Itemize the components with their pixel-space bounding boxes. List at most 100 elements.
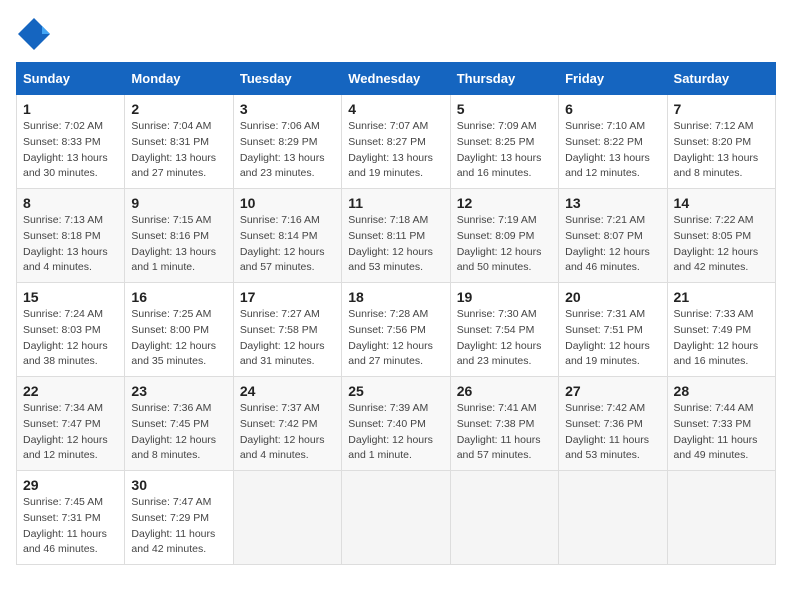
col-wednesday: Wednesday bbox=[342, 63, 450, 95]
day-detail: Sunrise: 7:10 AMSunset: 8:22 PMDaylight:… bbox=[565, 120, 650, 179]
day-number: 10 bbox=[240, 195, 335, 211]
day-detail: Sunrise: 7:22 AMSunset: 8:05 PMDaylight:… bbox=[674, 214, 759, 273]
day-number: 7 bbox=[674, 101, 769, 117]
day-number: 12 bbox=[457, 195, 552, 211]
day-detail: Sunrise: 7:41 AMSunset: 7:38 PMDaylight:… bbox=[457, 402, 541, 461]
calendar-cell: 14 Sunrise: 7:22 AMSunset: 8:05 PMDaylig… bbox=[667, 189, 775, 283]
week-row-4: 22 Sunrise: 7:34 AMSunset: 7:47 PMDaylig… bbox=[17, 377, 776, 471]
day-detail: Sunrise: 7:18 AMSunset: 8:11 PMDaylight:… bbox=[348, 214, 433, 273]
day-detail: Sunrise: 7:13 AMSunset: 8:18 PMDaylight:… bbox=[23, 214, 108, 273]
day-detail: Sunrise: 7:34 AMSunset: 7:47 PMDaylight:… bbox=[23, 402, 108, 461]
day-number: 21 bbox=[674, 289, 769, 305]
day-detail: Sunrise: 7:42 AMSunset: 7:36 PMDaylight:… bbox=[565, 402, 649, 461]
day-number: 3 bbox=[240, 101, 335, 117]
calendar-cell: 27 Sunrise: 7:42 AMSunset: 7:36 PMDaylig… bbox=[559, 377, 667, 471]
day-number: 16 bbox=[131, 289, 226, 305]
calendar-cell: 9 Sunrise: 7:15 AMSunset: 8:16 PMDayligh… bbox=[125, 189, 233, 283]
day-detail: Sunrise: 7:31 AMSunset: 7:51 PMDaylight:… bbox=[565, 308, 650, 367]
day-number: 2 bbox=[131, 101, 226, 117]
calendar-body: 1 Sunrise: 7:02 AMSunset: 8:33 PMDayligh… bbox=[17, 95, 776, 565]
day-number: 8 bbox=[23, 195, 118, 211]
calendar-cell: 15 Sunrise: 7:24 AMSunset: 8:03 PMDaylig… bbox=[17, 283, 125, 377]
day-number: 4 bbox=[348, 101, 443, 117]
day-number: 5 bbox=[457, 101, 552, 117]
calendar-cell: 19 Sunrise: 7:30 AMSunset: 7:54 PMDaylig… bbox=[450, 283, 558, 377]
col-monday: Monday bbox=[125, 63, 233, 95]
week-row-2: 8 Sunrise: 7:13 AMSunset: 8:18 PMDayligh… bbox=[17, 189, 776, 283]
day-detail: Sunrise: 7:30 AMSunset: 7:54 PMDaylight:… bbox=[457, 308, 542, 367]
day-number: 27 bbox=[565, 383, 660, 399]
day-number: 23 bbox=[131, 383, 226, 399]
header-row: Sunday Monday Tuesday Wednesday Thursday… bbox=[17, 63, 776, 95]
day-number: 18 bbox=[348, 289, 443, 305]
calendar-cell bbox=[667, 471, 775, 565]
calendar-cell bbox=[342, 471, 450, 565]
logo bbox=[16, 16, 56, 52]
week-row-1: 1 Sunrise: 7:02 AMSunset: 8:33 PMDayligh… bbox=[17, 95, 776, 189]
calendar-cell: 13 Sunrise: 7:21 AMSunset: 8:07 PMDaylig… bbox=[559, 189, 667, 283]
calendar-cell: 2 Sunrise: 7:04 AMSunset: 8:31 PMDayligh… bbox=[125, 95, 233, 189]
calendar-cell: 16 Sunrise: 7:25 AMSunset: 8:00 PMDaylig… bbox=[125, 283, 233, 377]
col-friday: Friday bbox=[559, 63, 667, 95]
calendar-cell: 30 Sunrise: 7:47 AMSunset: 7:29 PMDaylig… bbox=[125, 471, 233, 565]
calendar-cell: 23 Sunrise: 7:36 AMSunset: 7:45 PMDaylig… bbox=[125, 377, 233, 471]
day-detail: Sunrise: 7:33 AMSunset: 7:49 PMDaylight:… bbox=[674, 308, 759, 367]
day-detail: Sunrise: 7:21 AMSunset: 8:07 PMDaylight:… bbox=[565, 214, 650, 273]
day-detail: Sunrise: 7:37 AMSunset: 7:42 PMDaylight:… bbox=[240, 402, 325, 461]
day-number: 24 bbox=[240, 383, 335, 399]
logo-icon bbox=[16, 16, 52, 52]
day-number: 22 bbox=[23, 383, 118, 399]
day-detail: Sunrise: 7:02 AMSunset: 8:33 PMDaylight:… bbox=[23, 120, 108, 179]
week-row-5: 29 Sunrise: 7:45 AMSunset: 7:31 PMDaylig… bbox=[17, 471, 776, 565]
day-number: 15 bbox=[23, 289, 118, 305]
calendar-cell: 17 Sunrise: 7:27 AMSunset: 7:58 PMDaylig… bbox=[233, 283, 341, 377]
calendar-cell: 21 Sunrise: 7:33 AMSunset: 7:49 PMDaylig… bbox=[667, 283, 775, 377]
calendar-cell: 7 Sunrise: 7:12 AMSunset: 8:20 PMDayligh… bbox=[667, 95, 775, 189]
calendar-cell: 28 Sunrise: 7:44 AMSunset: 7:33 PMDaylig… bbox=[667, 377, 775, 471]
header bbox=[16, 16, 776, 52]
calendar-cell: 24 Sunrise: 7:37 AMSunset: 7:42 PMDaylig… bbox=[233, 377, 341, 471]
day-number: 17 bbox=[240, 289, 335, 305]
day-number: 1 bbox=[23, 101, 118, 117]
day-detail: Sunrise: 7:28 AMSunset: 7:56 PMDaylight:… bbox=[348, 308, 433, 367]
day-detail: Sunrise: 7:45 AMSunset: 7:31 PMDaylight:… bbox=[23, 496, 107, 555]
day-number: 30 bbox=[131, 477, 226, 493]
calendar-cell bbox=[233, 471, 341, 565]
calendar-cell: 20 Sunrise: 7:31 AMSunset: 7:51 PMDaylig… bbox=[559, 283, 667, 377]
col-thursday: Thursday bbox=[450, 63, 558, 95]
col-tuesday: Tuesday bbox=[233, 63, 341, 95]
day-detail: Sunrise: 7:27 AMSunset: 7:58 PMDaylight:… bbox=[240, 308, 325, 367]
day-number: 28 bbox=[674, 383, 769, 399]
day-detail: Sunrise: 7:47 AMSunset: 7:29 PMDaylight:… bbox=[131, 496, 215, 555]
calendar-cell: 12 Sunrise: 7:19 AMSunset: 8:09 PMDaylig… bbox=[450, 189, 558, 283]
calendar-cell: 18 Sunrise: 7:28 AMSunset: 7:56 PMDaylig… bbox=[342, 283, 450, 377]
calendar-cell: 10 Sunrise: 7:16 AMSunset: 8:14 PMDaylig… bbox=[233, 189, 341, 283]
day-detail: Sunrise: 7:07 AMSunset: 8:27 PMDaylight:… bbox=[348, 120, 433, 179]
day-number: 26 bbox=[457, 383, 552, 399]
calendar-cell: 22 Sunrise: 7:34 AMSunset: 7:47 PMDaylig… bbox=[17, 377, 125, 471]
day-detail: Sunrise: 7:12 AMSunset: 8:20 PMDaylight:… bbox=[674, 120, 759, 179]
calendar-cell: 1 Sunrise: 7:02 AMSunset: 8:33 PMDayligh… bbox=[17, 95, 125, 189]
day-detail: Sunrise: 7:44 AMSunset: 7:33 PMDaylight:… bbox=[674, 402, 758, 461]
calendar-cell: 29 Sunrise: 7:45 AMSunset: 7:31 PMDaylig… bbox=[17, 471, 125, 565]
day-detail: Sunrise: 7:36 AMSunset: 7:45 PMDaylight:… bbox=[131, 402, 216, 461]
day-detail: Sunrise: 7:09 AMSunset: 8:25 PMDaylight:… bbox=[457, 120, 542, 179]
calendar-cell: 3 Sunrise: 7:06 AMSunset: 8:29 PMDayligh… bbox=[233, 95, 341, 189]
day-number: 11 bbox=[348, 195, 443, 211]
calendar-cell: 8 Sunrise: 7:13 AMSunset: 8:18 PMDayligh… bbox=[17, 189, 125, 283]
day-number: 6 bbox=[565, 101, 660, 117]
day-number: 14 bbox=[674, 195, 769, 211]
day-number: 9 bbox=[131, 195, 226, 211]
day-detail: Sunrise: 7:16 AMSunset: 8:14 PMDaylight:… bbox=[240, 214, 325, 273]
day-detail: Sunrise: 7:25 AMSunset: 8:00 PMDaylight:… bbox=[131, 308, 216, 367]
calendar-cell: 5 Sunrise: 7:09 AMSunset: 8:25 PMDayligh… bbox=[450, 95, 558, 189]
day-number: 19 bbox=[457, 289, 552, 305]
calendar-table: Sunday Monday Tuesday Wednesday Thursday… bbox=[16, 62, 776, 565]
day-detail: Sunrise: 7:15 AMSunset: 8:16 PMDaylight:… bbox=[131, 214, 216, 273]
day-detail: Sunrise: 7:24 AMSunset: 8:03 PMDaylight:… bbox=[23, 308, 108, 367]
calendar-cell bbox=[559, 471, 667, 565]
col-saturday: Saturday bbox=[667, 63, 775, 95]
day-detail: Sunrise: 7:04 AMSunset: 8:31 PMDaylight:… bbox=[131, 120, 216, 179]
day-number: 13 bbox=[565, 195, 660, 211]
day-number: 20 bbox=[565, 289, 660, 305]
